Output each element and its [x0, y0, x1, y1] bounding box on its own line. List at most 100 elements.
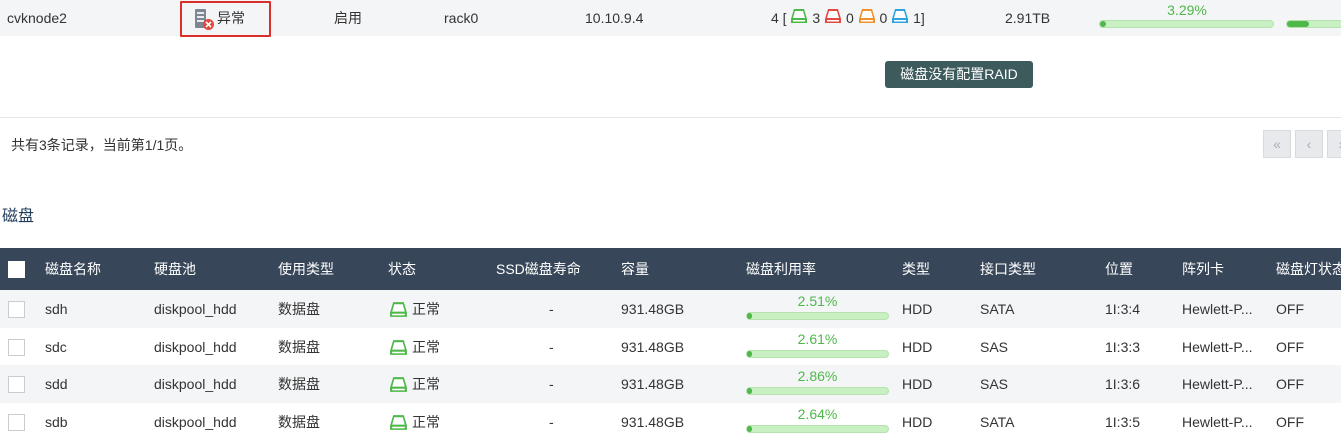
disk-status: 正常 — [389, 290, 440, 328]
host-status[interactable]: 异常 — [193, 0, 263, 36]
disk-pool: diskpool_hdd — [154, 301, 237, 317]
disk-name: sdd — [45, 376, 68, 392]
disk-pool: diskpool_hdd — [154, 414, 237, 430]
disk-type: HDD — [902, 301, 933, 317]
disk-usage-type: 数据盘 — [278, 301, 320, 317]
disk-type: HDD — [902, 339, 933, 355]
disk-utilization-percent: 2.51% — [797, 293, 838, 309]
host-name[interactable]: cvknode2 — [7, 0, 67, 36]
disk-location: 1I:3:5 — [1105, 414, 1141, 430]
record-summary: 共有3条记录，当前第1/1页。 — [11, 137, 193, 153]
col-pool[interactable]: 硬盘池 — [154, 248, 196, 290]
disk-led-status: OFF — [1276, 339, 1304, 355]
col-type[interactable]: 类型 — [902, 248, 930, 290]
col-ssd-life[interactable]: SSD磁盘寿命 — [496, 248, 581, 290]
first-page-button[interactable]: « — [1263, 130, 1291, 158]
col-usage-type[interactable]: 使用类型 — [278, 248, 334, 290]
disk-capacity: 931.48GB — [621, 414, 685, 430]
host-usage-bar — [1099, 20, 1274, 28]
disk-status-label: 正常 — [412, 301, 440, 317]
disk-utilization-bar — [746, 350, 889, 358]
table-row[interactable]: sdd diskpool_hdd 数据盘 - 931.48GB HDD SAS 1I:3:6 H… — [0, 365, 1341, 403]
disk-ssd-life: - — [549, 339, 554, 355]
col-raid-card[interactable]: 阵列卡 — [1182, 248, 1224, 290]
disk-green-icon — [389, 404, 408, 441]
col-utilization[interactable]: 磁盘利用率 — [746, 248, 816, 290]
disk-utilization-bar — [746, 425, 889, 433]
row-checkbox[interactable] — [8, 414, 25, 431]
host-row[interactable]: cvknode2 异常 启用 rack0 10.10.9.4 4 [ 3 0 0… — [0, 0, 1341, 37]
disk-location: 1I:3:6 — [1105, 376, 1141, 392]
disk-utilization-bar — [746, 387, 889, 395]
host-rack: rack0 — [444, 10, 479, 26]
table-row[interactable]: sdh diskpool_hdd 数据盘 - 931.48GB HDD SATA 1I:3:4… — [0, 290, 1341, 328]
disk-green-icon — [389, 291, 408, 328]
host-usage-percent: 3.29% — [1167, 2, 1207, 18]
disk-summary[interactable]: 4 [ 3 0 0 1] — [771, 0, 925, 36]
disk-ssd-life: - — [549, 301, 554, 317]
next-page-button[interactable]: › — [1327, 130, 1341, 158]
table-row[interactable]: sdb diskpool_hdd 数据盘 - 931.48GB HDD SATA 1I:3:5… — [0, 403, 1341, 441]
disk-utilization-bar-fill — [747, 388, 752, 394]
disk-status: 正常 — [389, 403, 440, 441]
raid-tooltip: 磁盘没有配置RAID — [885, 61, 1033, 88]
disk-status: 正常 — [389, 328, 440, 366]
disk-utilization-percent: 2.64% — [797, 406, 838, 422]
host-state: 启用 — [334, 10, 362, 26]
disk-name: sdc — [45, 339, 67, 355]
disk-usage-type: 数据盘 — [278, 339, 320, 355]
disk-usage-type: 数据盘 — [278, 376, 320, 392]
disk-utilization-percent: 2.61% — [797, 331, 838, 347]
host-secondary-bar-fill — [1287, 21, 1309, 27]
col-status[interactable]: 状态 — [388, 248, 416, 290]
disk-location: 1I:3:3 — [1105, 339, 1141, 355]
host-usage-bar-fill — [1100, 21, 1106, 27]
disk-usage-type: 数据盘 — [278, 414, 320, 430]
col-capacity[interactable]: 容量 — [621, 248, 649, 290]
disk-raid-card: Hewlett-P... — [1182, 301, 1253, 317]
disk-summary-prefix: 4 [ — [771, 10, 787, 26]
disk-interface: SAS — [980, 376, 1009, 392]
disk-table-header: 磁盘名称 硬盘池 使用类型 状态 SSD磁盘寿命 容量 磁盘利用率 类型 接口类… — [0, 248, 1341, 290]
disk-capacity: 931.48GB — [621, 376, 685, 392]
col-interface[interactable]: 接口类型 — [980, 248, 1036, 290]
row-checkbox[interactable] — [8, 376, 25, 393]
row-checkbox[interactable] — [8, 339, 25, 356]
disk-name: sdh — [45, 301, 68, 317]
disk-red-icon — [824, 1, 842, 37]
col-disk-name[interactable]: 磁盘名称 — [45, 248, 101, 290]
disk-status-label: 正常 — [412, 376, 440, 392]
disk-ssd-count: 1 — [913, 10, 921, 26]
table-row[interactable]: sdc diskpool_hdd 数据盘 - 931.48GB HDD SAS 1I:3:3 H… — [0, 328, 1341, 366]
disk-type: HDD — [902, 376, 933, 392]
select-all-checkbox[interactable] — [8, 261, 25, 278]
disk-utilization-bar-fill — [747, 426, 752, 432]
section-title: 磁盘 — [2, 208, 35, 225]
row-checkbox[interactable] — [8, 301, 25, 318]
disk-interface: SAS — [980, 339, 1009, 355]
disk-utilization-bar-fill — [747, 313, 752, 319]
disk-led-status: OFF — [1276, 414, 1304, 430]
disk-ssd-life: - — [549, 414, 554, 430]
disk-capacity: 931.48GB — [621, 301, 685, 317]
disk-green-icon — [389, 366, 408, 403]
disk-utilization-percent: 2.86% — [797, 368, 838, 384]
disk-green-icon — [389, 329, 408, 366]
disk-interface: SATA — [980, 414, 1015, 430]
disk-error-count: 0 — [845, 10, 854, 26]
prev-page-button[interactable]: ‹ — [1295, 130, 1323, 158]
disk-utilization-bar-fill — [747, 351, 752, 357]
disk-pool: diskpool_hdd — [154, 376, 237, 392]
disk-normal-count: 3 — [812, 10, 821, 26]
disk-warning-count: 0 — [879, 10, 888, 26]
disk-capacity: 931.48GB — [621, 339, 685, 355]
disk-led-status: OFF — [1276, 301, 1304, 317]
host-ip: 10.10.9.4 — [585, 10, 644, 26]
server-error-icon — [193, 7, 215, 31]
col-led-status[interactable]: 磁盘灯状态 — [1276, 248, 1341, 290]
disk-status-label: 正常 — [412, 414, 440, 430]
col-location[interactable]: 位置 — [1105, 248, 1133, 290]
disk-utilization-bar — [746, 312, 889, 320]
disk-name: sdb — [45, 414, 68, 430]
disk-blue-icon — [891, 1, 909, 37]
